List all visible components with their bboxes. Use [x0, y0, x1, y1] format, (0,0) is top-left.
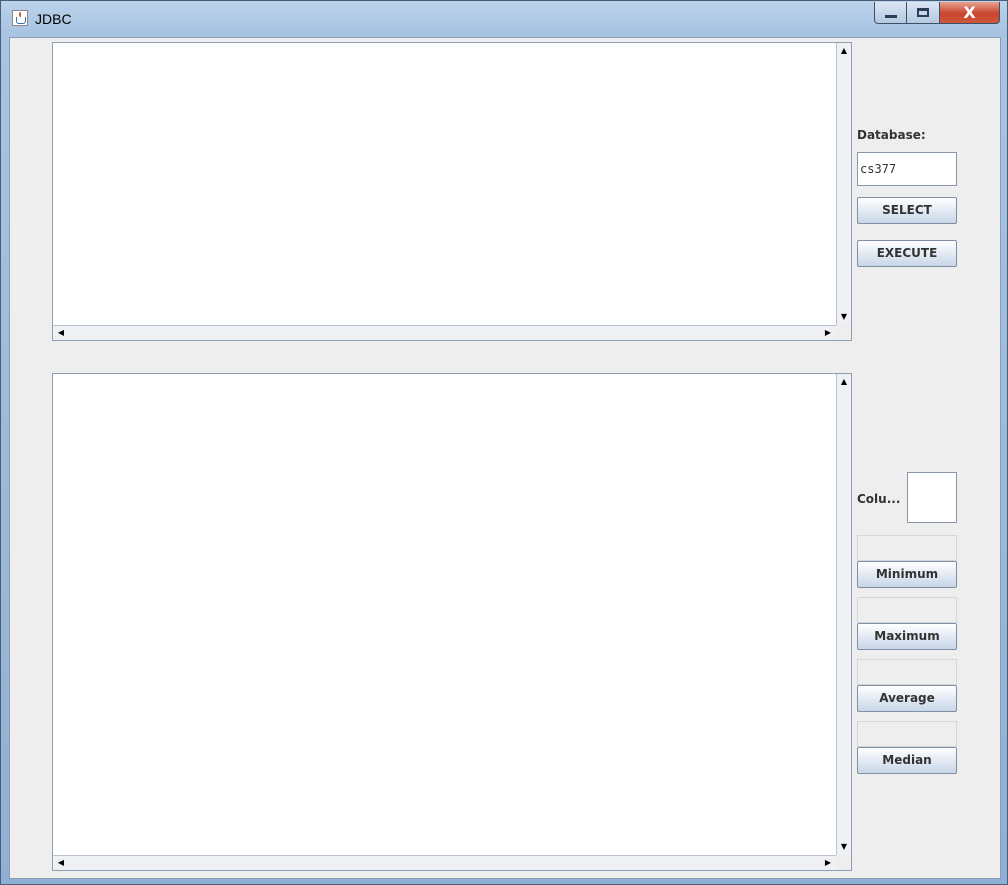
content-panel: ▲ ▼ ◀ ▶ ▲ ▼ ◀ ▶ Database: cs377 SELECT E…: [9, 37, 1001, 879]
scroll-up-icon[interactable]: ▲: [837, 375, 851, 389]
result-textarea[interactable]: ▲ ▼ ◀ ▶: [52, 373, 852, 871]
database-label: Database:: [857, 128, 926, 142]
column-label: Colu...: [857, 492, 901, 506]
scroll-up-icon[interactable]: ▲: [837, 44, 851, 58]
java-icon: [12, 10, 28, 26]
minimum-result: [857, 535, 957, 561]
median-result: [857, 721, 957, 747]
scrollbar-corner: [836, 855, 851, 870]
scroll-right-icon[interactable]: ▶: [821, 856, 835, 870]
database-input[interactable]: cs377: [857, 152, 957, 186]
query-horizontal-scrollbar[interactable]: ◀ ▶: [53, 325, 836, 340]
average-button[interactable]: Average: [857, 685, 957, 712]
scrollbar-corner: [836, 325, 851, 340]
scroll-left-icon[interactable]: ◀: [54, 326, 68, 340]
query-vertical-scrollbar[interactable]: ▲ ▼: [836, 43, 851, 325]
close-icon: X: [963, 3, 976, 22]
minimize-icon: [884, 15, 897, 18]
average-result: [857, 659, 957, 685]
minimum-button[interactable]: Minimum: [857, 561, 957, 588]
scroll-left-icon[interactable]: ◀: [54, 856, 68, 870]
maximize-button[interactable]: [907, 2, 940, 24]
scroll-down-icon[interactable]: ▼: [837, 310, 851, 324]
column-input[interactable]: [907, 472, 957, 523]
minimize-button[interactable]: [874, 2, 907, 24]
title-bar[interactable]: JDBC X: [1, 1, 1007, 35]
window-title: JDBC: [35, 11, 72, 27]
median-button[interactable]: Median: [857, 747, 957, 774]
maximum-button[interactable]: Maximum: [857, 623, 957, 650]
close-button[interactable]: X: [940, 2, 1000, 24]
maximum-result: [857, 597, 957, 623]
result-horizontal-scrollbar[interactable]: ◀ ▶: [53, 855, 836, 870]
scroll-down-icon[interactable]: ▼: [837, 840, 851, 854]
maximize-icon: [917, 8, 929, 17]
app-window: JDBC X ▲ ▼ ◀ ▶ ▲ ▼ ◀ ▶ Database: cs377 S…: [0, 0, 1008, 885]
execute-button[interactable]: EXECUTE: [857, 240, 957, 267]
query-textarea[interactable]: ▲ ▼ ◀ ▶: [52, 42, 852, 341]
scroll-right-icon[interactable]: ▶: [821, 326, 835, 340]
result-vertical-scrollbar[interactable]: ▲ ▼: [836, 374, 851, 855]
select-button[interactable]: SELECT: [857, 197, 957, 224]
